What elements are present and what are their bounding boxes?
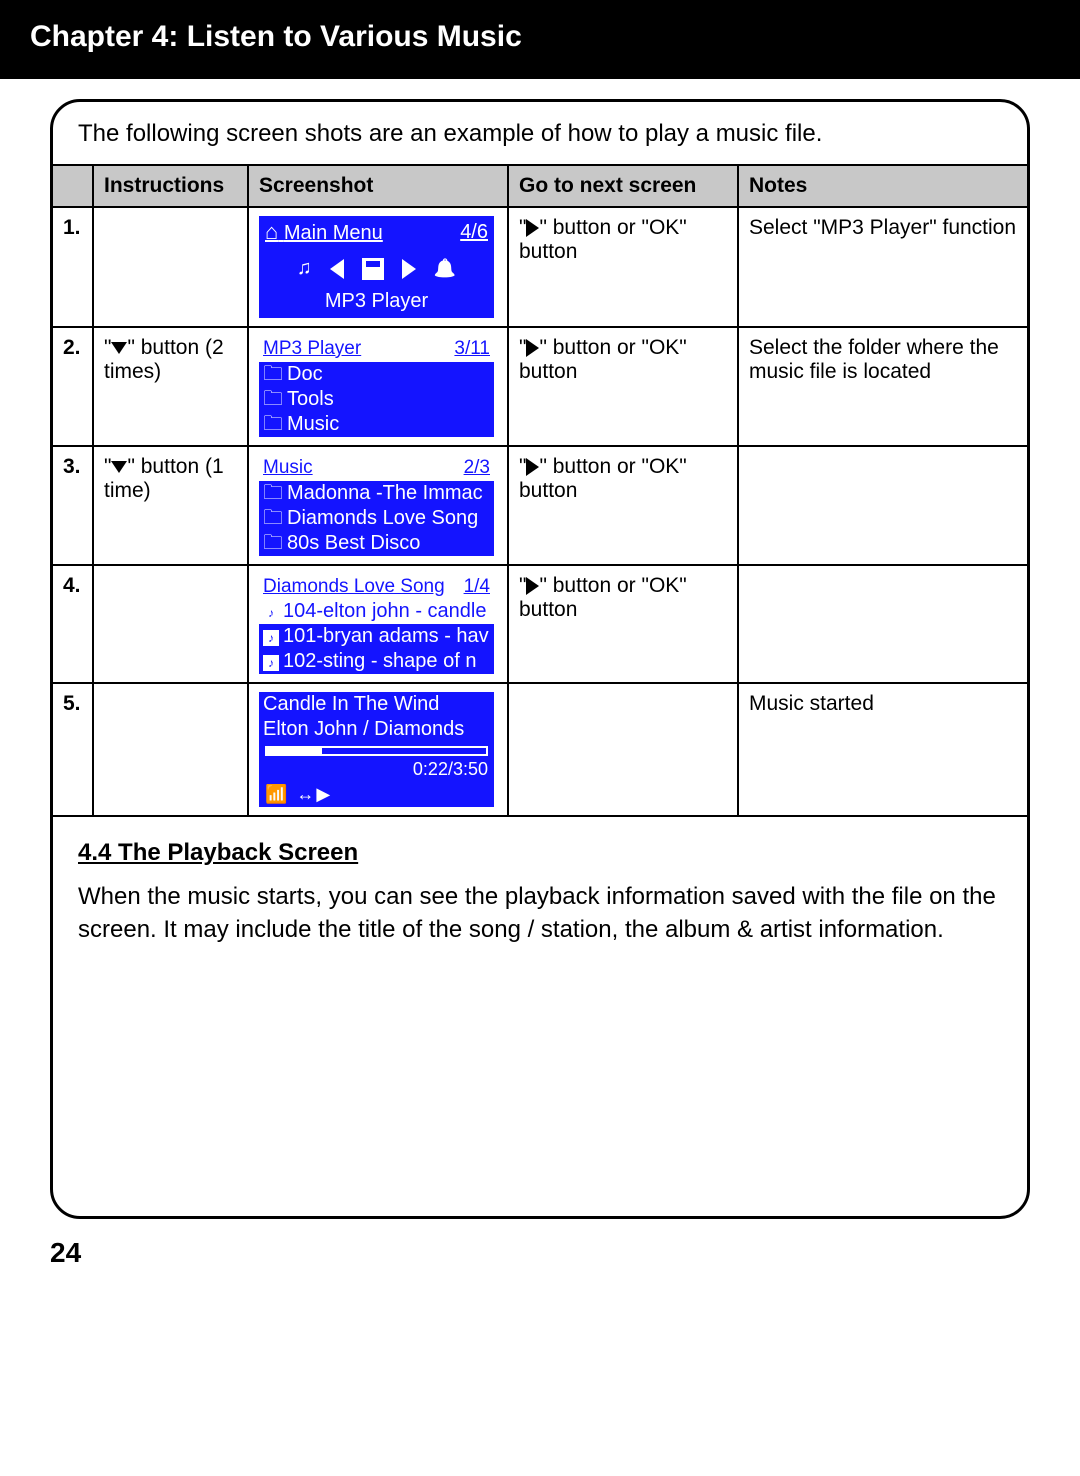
intro-text: The following screen shots are an exampl… [53, 102, 1027, 164]
step-next: "" button or "OK" button [508, 446, 738, 565]
folder-icon [263, 532, 287, 554]
screen-counter: 1/4 [464, 575, 490, 599]
step-screenshot: MP3 Player 3/11 Doc Tools Music [248, 327, 508, 446]
step-instr [93, 207, 248, 327]
step-notes [738, 565, 1027, 684]
step-instr [93, 683, 248, 816]
steps-table: Instructions Screenshot Go to next scree… [53, 164, 1027, 817]
folder-icon [263, 507, 287, 529]
triangle-right-icon [402, 259, 416, 279]
screen-caption: MP3 Player [259, 287, 494, 314]
triangle-right-icon [526, 577, 539, 595]
list-item: 104-elton john - candle [259, 599, 494, 624]
list-item: 80s Best Disco [259, 531, 494, 556]
col-num [53, 165, 93, 207]
list-item: Tools [259, 387, 494, 412]
step-next [508, 683, 738, 816]
screen-title: Main Menu [284, 222, 383, 244]
music-file-icon [263, 625, 283, 647]
status-icons: 📶 ↔▶ [259, 781, 494, 808]
step-screenshot: Diamonds Love Song 1/4 104-elton john - c… [248, 565, 508, 684]
col-instructions: Instructions [93, 165, 248, 207]
step-num: 1. [53, 207, 93, 327]
step-instr: "" button (2 times) [93, 327, 248, 446]
step-screenshot: Candle In The Wind Elton John / Diamonds… [248, 683, 508, 816]
screen-title: Music [263, 456, 313, 480]
step-notes [738, 446, 1027, 565]
step-instr [93, 565, 248, 684]
device-screen-playback: Candle In The Wind Elton John / Diamonds… [259, 692, 494, 807]
step-num: 3. [53, 446, 93, 565]
step-screenshot: Main Menu 4/6 MP3 Player [248, 207, 508, 327]
time-counter: 0:22/3:50 [259, 758, 494, 781]
step-notes: Music started [738, 683, 1027, 816]
content-frame: The following screen shots are an exampl… [50, 99, 1030, 1219]
col-gotonext: Go to next screen [508, 165, 738, 207]
table-row: 5. Candle In The Wind Elton John / Diamo… [53, 683, 1027, 816]
triangle-right-icon [526, 219, 539, 237]
col-notes: Notes [738, 165, 1027, 207]
step-next: "" button or "OK" button [508, 565, 738, 684]
step-num: 2. [53, 327, 93, 446]
track-artist-album: Elton John / Diamonds [259, 717, 494, 742]
col-screenshot: Screenshot [248, 165, 508, 207]
section-body: When the music starts, you can see the p… [78, 881, 1002, 946]
step-next: "" button or "OK" button [508, 327, 738, 446]
device-screen-mainmenu: Main Menu 4/6 MP3 Player [259, 216, 494, 318]
screen-counter: 3/11 [454, 337, 490, 361]
progress-bar [265, 746, 488, 756]
list-item: 101-bryan adams - hav [259, 624, 494, 649]
triangle-down-icon [111, 461, 127, 473]
page-number: 24 [0, 1229, 1080, 1289]
step-next: "" button or "OK" button [508, 207, 738, 327]
screen-title: Diamonds Love Song [263, 575, 445, 599]
step-notes: Select the folder where the music file i… [738, 327, 1027, 446]
device-screen-list: Music 2/3 Madonna -The Immac Diamonds Lov… [259, 455, 494, 556]
device-screen-list: Diamonds Love Song 1/4 104-elton john - c… [259, 574, 494, 675]
folder-icon [263, 482, 287, 504]
home-icon [265, 222, 278, 244]
step-num: 4. [53, 565, 93, 684]
folder-icon [263, 363, 287, 385]
table-row: 1. Main Menu 4/6 [53, 207, 1027, 327]
list-item: Diamonds Love Song [259, 506, 494, 531]
folder-icon [263, 413, 287, 435]
triangle-left-icon [330, 259, 344, 279]
triangle-right-icon [526, 458, 539, 476]
list-item: Music [259, 412, 494, 437]
table-row: 2. "" button (2 times) MP3 Player 3/11 Do… [53, 327, 1027, 446]
screen-counter: 2/3 [464, 456, 490, 480]
chapter-header: Chapter 4: Listen to Various Music [0, 0, 1080, 79]
step-screenshot: Music 2/3 Madonna -The Immac Diamonds Lov… [248, 446, 508, 565]
screen-title: MP3 Player [263, 337, 361, 361]
music-file-icon [263, 650, 283, 672]
chapter-title: Chapter 4: Listen to Various Music [30, 20, 522, 53]
screen-counter: 4/6 [460, 220, 488, 245]
folder-icon [263, 388, 287, 410]
triangle-right-icon [526, 339, 539, 357]
device-screen-list: MP3 Player 3/11 Doc Tools Music [259, 336, 494, 437]
step-num: 5. [53, 683, 93, 816]
list-item: Madonna -The Immac [259, 481, 494, 506]
section-playback-screen: 4.4 The Playback Screen When the music s… [53, 817, 1027, 1216]
track-title: Candle In The Wind [259, 692, 494, 717]
triangle-down-icon [111, 342, 127, 354]
step-instr: "" button (1 time) [93, 446, 248, 565]
disk-icon [362, 258, 384, 280]
bell-icon [434, 256, 456, 281]
list-item: 102-sting - shape of n [259, 649, 494, 674]
table-row: 3. "" button (1 time) Music 2/3 Madonna -… [53, 446, 1027, 565]
list-item: Doc [259, 362, 494, 387]
section-heading: 4.4 The Playback Screen [78, 839, 1002, 867]
step-notes: Select "MP3 Player" function [738, 207, 1027, 327]
table-row: 4. Diamonds Love Song 1/4 104-elton john … [53, 565, 1027, 684]
note-icon [297, 256, 312, 281]
music-file-icon [263, 600, 283, 622]
